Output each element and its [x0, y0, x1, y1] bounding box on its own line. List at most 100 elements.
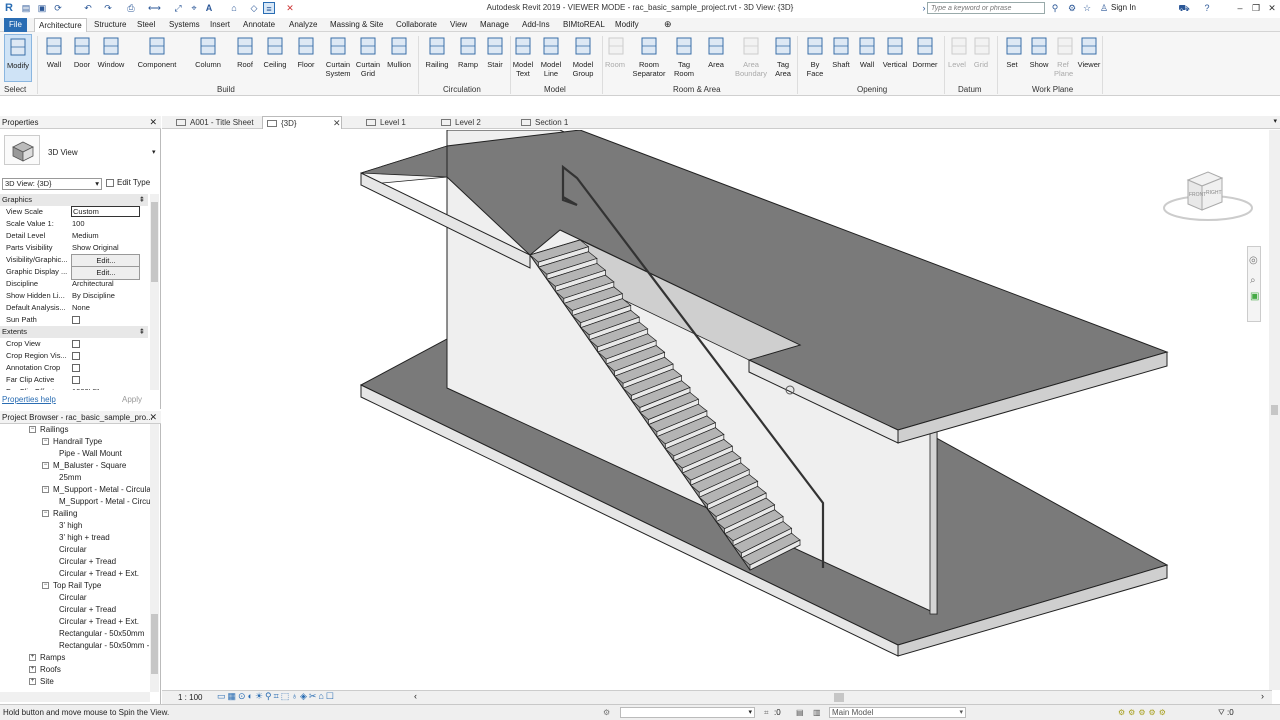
cart-icon[interactable]: ⛟	[1178, 2, 1190, 14]
property-value[interactable]: By Discipline	[71, 290, 140, 302]
roof-button[interactable]: Roof	[234, 34, 256, 82]
tag-room-button[interactable]: Tag Room	[670, 34, 698, 82]
tag-area-button[interactable]: Tag Area	[771, 34, 795, 82]
selection-icon[interactable]: ⌗	[764, 708, 769, 718]
model-line-button[interactable]: Model Line	[539, 34, 563, 82]
undo-icon[interactable]: ↶	[82, 2, 94, 14]
collapse-icon[interactable]: −	[42, 438, 49, 446]
tab-overflow-icon[interactable]: ⊕	[664, 19, 672, 30]
tree-item[interactable]: − M_Baluster - Square	[42, 460, 126, 472]
zoom-region-icon[interactable]: ▣	[1250, 291, 1259, 302]
floor-button[interactable]: Floor	[294, 34, 318, 82]
wall-button[interactable]: Wall	[856, 34, 878, 82]
browser-scrollbar[interactable]	[150, 424, 159, 692]
tab-bimtoreal[interactable]: BIMtoREAL	[563, 18, 605, 32]
viewcube[interactable]: FRONT RIGHT	[1162, 170, 1254, 230]
close-icon[interactable]: ✕	[149, 411, 157, 424]
properties-help-link[interactable]: Properties help	[2, 395, 56, 404]
window-button[interactable]: Window	[96, 34, 126, 82]
tree-item[interactable]: Circular + Tread	[59, 604, 116, 616]
type-selector[interactable]: 3D View	[48, 148, 78, 157]
revit-logo-icon[interactable]: R	[3, 2, 15, 14]
workset-icon[interactable]: ⚙	[603, 708, 610, 717]
tree-item[interactable]: − Railings	[29, 424, 68, 436]
tab-architecture[interactable]: Architecture	[34, 18, 87, 33]
panel-select[interactable]: Select	[4, 85, 26, 94]
viewport-vscrollbar[interactable]	[1269, 130, 1280, 690]
collapse-icon[interactable]: −	[29, 426, 36, 434]
tree-item[interactable]: Circular	[59, 592, 87, 604]
edit-type-button[interactable]: Edit Type	[106, 178, 150, 187]
scroll-thumb[interactable]	[151, 614, 158, 674]
tree-item[interactable]: 25mm	[59, 472, 81, 484]
property-checkbox[interactable]	[71, 362, 140, 374]
collapse-icon[interactable]: −	[42, 510, 49, 518]
area-boundary-button[interactable]: Area Boundary	[733, 34, 769, 82]
area-button[interactable]: Area	[704, 34, 728, 82]
tab-systems[interactable]: Systems	[169, 18, 200, 32]
tree-item[interactable]: + Roofs	[29, 664, 61, 676]
arrow-left-icon[interactable]: ‹	[414, 691, 417, 701]
checkbox[interactable]	[72, 316, 80, 325]
dimension-icon[interactable]: ⤢	[172, 2, 184, 14]
vertical-button[interactable]: Vertical	[881, 34, 909, 82]
design-option-select[interactable]: Main Model ▾	[829, 707, 966, 718]
wall-button[interactable]: Wall	[42, 34, 66, 82]
view-tab-section-1[interactable]: Section 1	[517, 116, 592, 129]
3d-view-icon[interactable]: ⌂	[228, 2, 240, 14]
instance-filter-select[interactable]: 3D View: {3D} ▾	[2, 178, 102, 190]
user-icon[interactable]: ♙	[1098, 2, 1110, 14]
mullion-button[interactable]: Mullion	[384, 34, 414, 82]
model-group-button[interactable]: Model Group	[569, 34, 597, 82]
model-text-button[interactable]: Model Text	[512, 34, 534, 82]
redo-icon[interactable]: ↷	[102, 2, 114, 14]
show-button[interactable]: Show	[1028, 34, 1050, 82]
tab-annotate[interactable]: Annotate	[243, 18, 275, 32]
property-checkbox[interactable]	[71, 338, 140, 350]
chevron-down-icon[interactable]: ▾	[152, 148, 156, 156]
panel-room-area[interactable]: Room & Area	[673, 85, 721, 94]
view-tab-level-1[interactable]: Level 1	[362, 116, 432, 129]
section-extents[interactable]: Extents ⇞	[0, 326, 148, 338]
collapse-icon[interactable]: −	[42, 582, 49, 590]
text-icon[interactable]: A	[203, 2, 215, 14]
tree-item[interactable]: Rectangular - 50x50mm	[59, 628, 144, 640]
tab-manage[interactable]: Manage	[480, 18, 509, 32]
tab-steel[interactable]: Steel	[137, 18, 155, 32]
search-input[interactable]	[927, 2, 1045, 14]
zoom-icon[interactable]: ⌕	[1250, 275, 1256, 286]
collapse-icon[interactable]: −	[42, 486, 49, 494]
component-button[interactable]: Component	[134, 34, 180, 82]
expand-icon[interactable]: +	[29, 678, 36, 686]
sign-in-link[interactable]: Sign In	[1111, 3, 1136, 12]
tab-massing-site[interactable]: Massing & Site	[330, 18, 383, 32]
property-value[interactable]: 1000' 0"	[71, 386, 140, 390]
tree-item[interactable]: Circular + Tread + Ext.	[59, 616, 139, 628]
expand-icon[interactable]: +	[29, 666, 36, 674]
tree-item[interactable]: Rectangular - 50x50mm -	[59, 640, 149, 652]
door-button[interactable]: Door	[70, 34, 94, 82]
checkbox[interactable]	[72, 364, 80, 373]
stair-button[interactable]: Stair	[484, 34, 506, 82]
by-face-button[interactable]: By Face	[804, 34, 826, 82]
view-control-icons[interactable]: ▭▦⊙◐☀⚲⌗⬚♁◈✂⌂☐	[217, 691, 336, 702]
steering-wheel-icon[interactable]: ◎	[1249, 255, 1258, 266]
tree-item[interactable]: M_Support - Metal - Circu	[59, 496, 150, 508]
checkbox[interactable]	[72, 340, 80, 349]
apply-button[interactable]: Apply	[122, 395, 142, 404]
binoculars-icon[interactable]: ⚲	[1049, 2, 1061, 14]
measure-icon[interactable]: ⟷	[148, 2, 161, 14]
checkbox[interactable]	[72, 352, 80, 361]
editable-icon[interactable]: ▥	[813, 708, 821, 717]
close-icon[interactable]: ✕	[333, 117, 341, 130]
close-icon[interactable]: ✕	[149, 116, 157, 129]
view-scale[interactable]: 1 : 100	[178, 693, 202, 702]
save-icon[interactable]: ▣	[36, 2, 48, 14]
column-button[interactable]: Column	[192, 34, 224, 82]
scroll-thumb[interactable]	[1271, 405, 1278, 415]
browser-hscrollbar[interactable]	[0, 692, 150, 702]
property-value[interactable]: None	[71, 302, 140, 314]
thin-lines-icon[interactable]: ≡	[263, 2, 275, 14]
3d-viewport[interactable]: FRONT RIGHT ◎ ⌕ ▣	[162, 130, 1269, 690]
tree-item[interactable]: 3' high + tread	[59, 532, 110, 544]
